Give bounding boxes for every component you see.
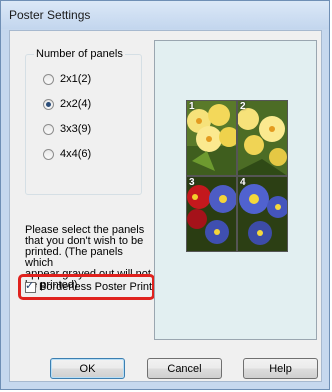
ok-button[interactable]: OK	[50, 358, 125, 379]
radio-option-2x2[interactable]: 2x2(4)	[43, 96, 91, 112]
poster-preview: 1 2 3 4	[154, 40, 317, 340]
radio-button[interactable]	[43, 148, 54, 160]
panel-number: 1	[189, 101, 195, 112]
cancel-button[interactable]: Cancel	[147, 358, 222, 379]
radio-option-3x3[interactable]: 3x3(9)	[43, 121, 91, 137]
radio-button[interactable]	[43, 98, 54, 110]
checkmark-icon: ✓	[25, 279, 35, 292]
flower-image	[238, 101, 287, 175]
preview-panel-1[interactable]: 1	[186, 100, 237, 176]
flower-image	[187, 177, 236, 251]
panel-number: 3	[189, 177, 195, 188]
radio-label: 2x1(2)	[60, 73, 92, 85]
radio-button[interactable]	[43, 123, 54, 135]
window-title: Poster Settings	[9, 8, 91, 22]
preview-panel-3[interactable]: 3	[186, 176, 237, 252]
number-of-panels-group: Number of panels 2x1(2) 2x2(4) 3x3(9) 4x…	[25, 48, 142, 195]
flower-image	[238, 177, 287, 251]
radio-label: 2x2(4)	[60, 98, 92, 110]
radio-label: 3x3(9)	[60, 123, 92, 135]
checkbox-box[interactable]: ✓	[25, 279, 36, 293]
preview-panel-2[interactable]: 2	[237, 100, 288, 176]
dialog-body: Number of panels 2x1(2) 2x2(4) 3x3(9) 4x…	[9, 30, 322, 382]
flower-image	[187, 101, 236, 175]
checkbox-label: Borderless Poster Print	[39, 281, 153, 293]
radio-button[interactable]	[43, 73, 54, 85]
group-legend: Number of panels	[34, 48, 125, 60]
title-bar[interactable]: Poster Settings	[1, 1, 329, 29]
radio-option-2x1[interactable]: 2x1(2)	[43, 71, 91, 87]
radio-label: 4x4(6)	[60, 148, 92, 160]
help-button[interactable]: Help	[243, 358, 318, 379]
preview-panel-4[interactable]: 4	[237, 176, 288, 252]
panel-number: 2	[240, 101, 246, 112]
poster-settings-dialog: Poster Settings Number of panels 2x1(2) …	[0, 0, 330, 390]
radio-option-4x4[interactable]: 4x4(6)	[43, 146, 91, 162]
borderless-poster-print-checkbox[interactable]: ✓ Borderless Poster Print	[25, 279, 153, 293]
panel-number: 4	[240, 177, 246, 188]
